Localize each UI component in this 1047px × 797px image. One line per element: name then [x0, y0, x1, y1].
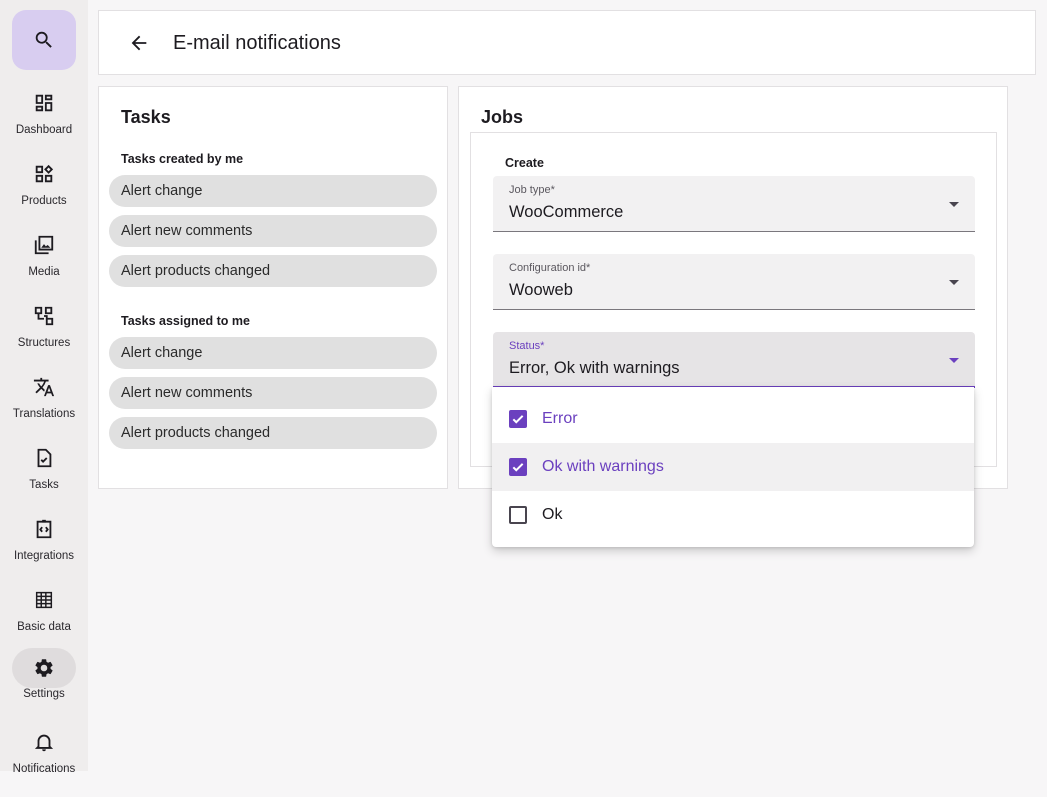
nav-label: Notifications: [12, 763, 76, 775]
status-options-menu: Error Ok with warnings Ok: [492, 387, 974, 547]
job-type-select[interactable]: Job type* WooCommerce: [493, 176, 975, 232]
task-chip[interactable]: Alert change: [109, 337, 437, 369]
nav-item-products[interactable]: Products: [0, 158, 88, 229]
search-icon: [35, 31, 52, 48]
field-value: Error, Ok with warnings: [509, 359, 680, 377]
create-label: Create: [505, 156, 544, 170]
page-header: E-mail notifications: [98, 10, 1036, 75]
nav-item-structures[interactable]: Structures: [0, 300, 88, 371]
dashboard-icon: [24, 87, 64, 119]
nav-item-notifications[interactable]: Notifications: [0, 726, 88, 797]
nav-label: Basic data: [17, 621, 71, 633]
nav-label: Integrations: [13, 550, 75, 562]
bell-icon: [24, 726, 64, 758]
nav-item-media[interactable]: Media: [0, 229, 88, 300]
checkbox-checked[interactable]: [509, 458, 527, 476]
option-label: Error: [542, 410, 578, 427]
status-option-ok-with-warnings[interactable]: Ok with warnings: [492, 443, 974, 491]
nav-label: Settings: [23, 688, 65, 700]
option-label: Ok with warnings: [542, 458, 664, 475]
tasks-card: Tasks Tasks created by me Alert change A…: [98, 86, 448, 489]
configuration-id-select[interactable]: Configuration id* Wooweb: [493, 254, 975, 310]
checkbox-unchecked[interactable]: [509, 506, 527, 524]
dropdown-arrow-icon: [949, 358, 959, 363]
field-label: Configuration id*: [509, 262, 591, 274]
tasks-title: Tasks: [121, 107, 171, 127]
field-label: Job type*: [509, 184, 555, 196]
tasks-created-title: Tasks created by me: [121, 152, 244, 166]
check-icon: [512, 463, 524, 472]
nav-label: Structures: [17, 337, 71, 349]
field-value: WooCommerce: [509, 203, 624, 221]
integrations-icon: [24, 513, 64, 545]
status-option-error[interactable]: Error: [492, 395, 974, 443]
tasks-icon: [24, 442, 64, 474]
nav-item-dashboard[interactable]: Dashboard: [0, 87, 88, 158]
basic-data-icon: [24, 584, 64, 616]
search-button[interactable]: [12, 10, 76, 70]
task-chip[interactable]: Alert products changed: [109, 255, 437, 287]
nav-item-basic-data[interactable]: Basic data: [0, 584, 88, 655]
page-title: E-mail notifications: [173, 32, 341, 54]
gear-icon: [12, 648, 76, 688]
products-icon: [24, 158, 64, 190]
nav-label: Tasks: [29, 479, 59, 491]
dropdown-arrow-icon: [949, 280, 959, 285]
task-chip[interactable]: Alert new comments: [109, 377, 437, 409]
nav-label: Translations: [12, 408, 76, 420]
field-value: Wooweb: [509, 281, 573, 299]
nav-item-settings[interactable]: Settings: [0, 648, 88, 719]
navigation-rail: Dashboard Products Media Structures Tran…: [0, 0, 88, 775]
jobs-title: Jobs: [481, 107, 524, 127]
checkbox-checked[interactable]: [509, 410, 527, 428]
task-chip[interactable]: Alert change: [109, 175, 437, 207]
nav-label: Products: [21, 195, 67, 207]
back-button[interactable]: [127, 31, 151, 55]
tasks-assigned-title: Tasks assigned to me: [121, 314, 250, 328]
structures-icon: [24, 300, 64, 332]
translate-icon: [24, 371, 64, 403]
task-chip[interactable]: Alert products changed: [109, 417, 437, 449]
task-chip[interactable]: Alert new comments: [109, 215, 437, 247]
arrow-back-icon: [131, 35, 147, 51]
nav-label: Dashboard: [15, 124, 73, 136]
nav-item-integrations[interactable]: Integrations: [0, 513, 88, 584]
check-icon: [512, 415, 524, 424]
nav-item-tasks[interactable]: Tasks: [0, 442, 88, 513]
option-label: Ok: [542, 506, 563, 523]
dropdown-arrow-icon: [949, 202, 959, 207]
nav-label: Media: [28, 266, 60, 278]
status-option-ok[interactable]: Ok: [492, 491, 974, 539]
status-select[interactable]: Status* Error, Ok with warnings: [493, 332, 975, 388]
field-label: Status*: [509, 340, 545, 352]
nav-item-translations[interactable]: Translations: [0, 371, 88, 442]
media-icon: [24, 229, 64, 261]
